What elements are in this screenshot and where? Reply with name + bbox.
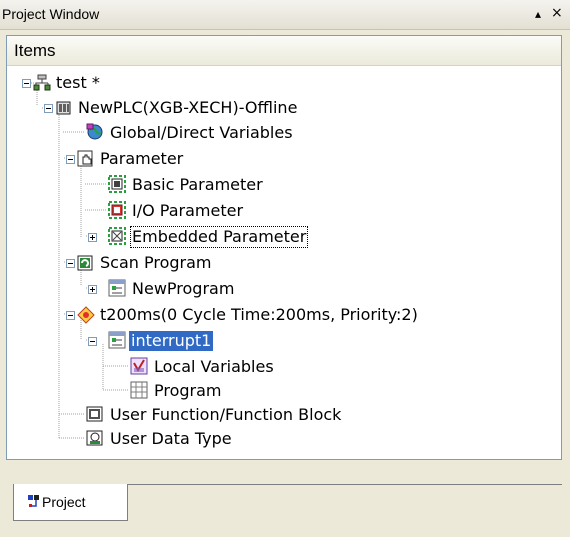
tree-item-label: Embedded Parameter (129, 226, 309, 248)
tree-item-label: Basic Parameter (132, 175, 263, 194)
close-icon[interactable]: × (551, 5, 563, 21)
user-function-icon (86, 406, 103, 422)
tab-project[interactable]: Project (13, 484, 128, 521)
tab-bar-divider (128, 484, 562, 485)
collapse-toggle-icon[interactable] (44, 104, 53, 113)
expand-toggle-icon[interactable] (88, 285, 97, 294)
tree-item-user-data-type[interactable]: User Data Type (7, 428, 267, 452)
tree-item-label: Parameter (100, 149, 184, 168)
tree-item-basic-parameter[interactable]: Basic Parameter (7, 174, 267, 198)
project-tree: test * NewPLC(XGB-XECH)-Offline Global/D… (7, 36, 561, 459)
scan-program-icon (77, 255, 93, 271)
tree-item-label: Scan Program (100, 253, 212, 272)
project-network-icon (33, 74, 51, 91)
tree-item-embedded-parameter[interactable]: Embedded Parameter (7, 226, 309, 250)
tree-panel: Items test * NewPLC(XGB-XECH)-Offline Gl… (6, 35, 562, 460)
program-icon (108, 331, 126, 349)
tree-item-label: User Data Type (110, 429, 232, 448)
tree-item-interrupt1[interactable]: interrupt1 (7, 330, 247, 354)
tree-item-label: interrupt1 (129, 331, 214, 351)
collapse-toggle-icon[interactable] (66, 259, 75, 268)
bottom-tab-bar: Project (6, 484, 562, 522)
tree-item-label: NewPLC(XGB-XECH)-Offline (78, 98, 298, 117)
tree-item-label: test * (56, 73, 100, 92)
plc-icon (56, 101, 71, 115)
project-window: Project Window ▴ × Items test * NewPLC(X… (0, 0, 570, 537)
task-diamond-icon (77, 306, 95, 324)
collapse-toggle-icon[interactable] (88, 337, 97, 346)
tree-item-newprogram[interactable]: NewProgram (7, 278, 247, 302)
tree-item-parameter[interactable]: Parameter (7, 148, 227, 172)
tree-item-label: Global/Direct Variables (110, 123, 293, 142)
user-data-type-icon (86, 430, 103, 446)
collapse-toggle-icon[interactable] (66, 155, 75, 164)
pin-icon[interactable]: ▴ (535, 6, 541, 22)
collapse-toggle-icon[interactable] (22, 79, 31, 88)
tab-project-label: Project (42, 494, 86, 510)
tree-item-test[interactable]: test * (7, 72, 207, 96)
tree-item-label: I/O Parameter (132, 201, 244, 220)
embedded-parameter-icon (108, 227, 126, 245)
program-body-icon (130, 381, 148, 399)
tree-item-t200ms-task[interactable]: t200ms(0 Cycle Time:200ms, Priority:2) (7, 304, 547, 328)
project-tab-icon (28, 495, 39, 507)
global-variables-icon (86, 123, 103, 140)
basic-parameter-icon (108, 175, 126, 193)
expand-toggle-icon[interactable] (88, 233, 97, 242)
tree-item-label: User Function/Function Block (110, 405, 342, 424)
tree-item-local-variables[interactable]: Local Variables (7, 356, 307, 380)
io-parameter-icon (108, 201, 126, 219)
tree-item-io-parameter[interactable]: I/O Parameter (7, 200, 267, 224)
window-title: Project Window (2, 6, 100, 22)
tree-item-label: t200ms(0 Cycle Time:200ms, Priority:2) (100, 305, 418, 324)
tree-item-user-function-block[interactable]: User Function/Function Block (7, 404, 387, 428)
program-icon (108, 279, 126, 297)
parameter-hand-icon (77, 150, 93, 167)
tree-item-label: Local Variables (154, 357, 274, 376)
collapse-toggle-icon[interactable] (66, 311, 75, 320)
tree-item-label: Program (154, 381, 222, 400)
tree-item-scan-program[interactable]: Scan Program (7, 252, 247, 276)
tree-item-newplc[interactable]: NewPLC(XGB-XECH)-Offline (7, 97, 427, 121)
tree-item-label: NewProgram (132, 279, 235, 298)
tree-item-global-direct-variables[interactable]: Global/Direct Variables (7, 122, 427, 146)
local-variables-icon (130, 357, 148, 375)
window-titlebar[interactable]: Project Window ▴ × (0, 0, 570, 30)
tree-item-program[interactable]: Program (7, 380, 267, 404)
